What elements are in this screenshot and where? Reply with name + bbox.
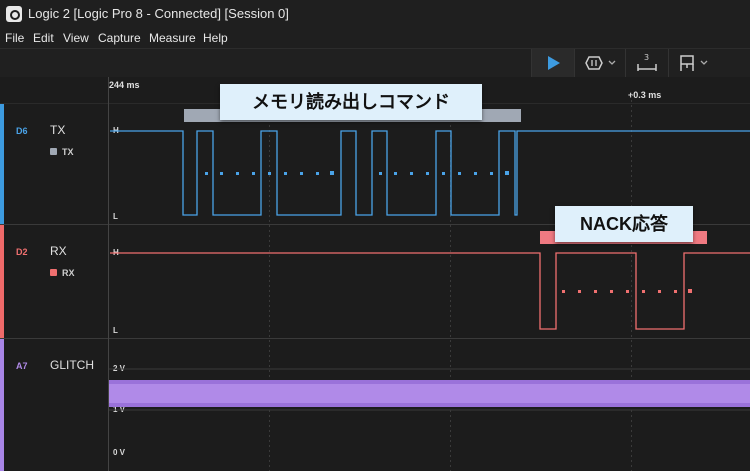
time-gridlines — [108, 77, 632, 471]
tx-annotation-callout: メモリ読み出しコマンド — [220, 84, 482, 120]
rx-waveform — [110, 252, 750, 330]
rx-annotation-callout: NACK応答 — [555, 206, 693, 242]
rx-data-dots — [562, 289, 692, 293]
tx-data-dots — [205, 171, 509, 175]
glitch-waveform — [109, 368, 750, 411]
